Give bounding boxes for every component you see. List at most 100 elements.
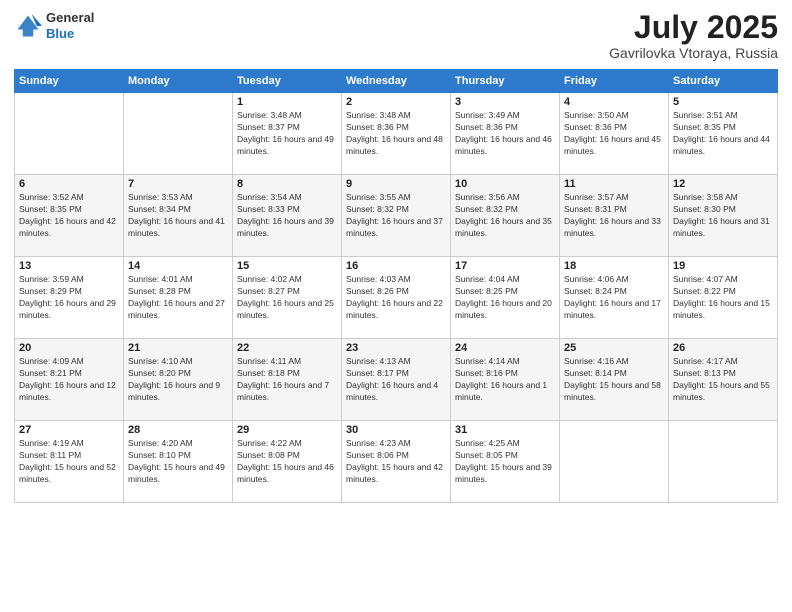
- calendar-cell: 8 Sunrise: 3:54 AMSunset: 8:33 PMDaylight…: [233, 175, 342, 257]
- calendar-cell: 7 Sunrise: 3:53 AMSunset: 8:34 PMDaylight…: [124, 175, 233, 257]
- cell-details: Sunrise: 4:02 AMSunset: 8:27 PMDaylight:…: [237, 274, 337, 322]
- day-number: 24: [455, 342, 555, 354]
- cell-details: Sunrise: 4:20 AMSunset: 8:10 PMDaylight:…: [128, 438, 228, 486]
- weekday-header: Monday: [124, 70, 233, 93]
- calendar-cell: 9Sunrise: 3:55 AMSunset: 8:32 PMDaylight…: [342, 175, 451, 257]
- calendar-cell: 30 Sunrise: 4:23 AMSunset: 8:06 PMDayligh…: [342, 421, 451, 503]
- day-number: 12: [673, 178, 773, 190]
- cell-details: Sunrise: 3:59 AMSunset: 8:29 PMDaylight:…: [19, 274, 119, 322]
- location-title: Gavrilovka Vtoraya, Russia: [609, 45, 778, 61]
- calendar-cell: 20 Sunrise: 4:09 AMSunset: 8:21 PMDayligh…: [15, 339, 124, 421]
- day-number: 26: [673, 342, 773, 354]
- cell-details: Sunrise: 3:54 AMSunset: 8:33 PMDaylight:…: [237, 192, 337, 240]
- calendar-table: SundayMondayTuesdayWednesdayThursdayFrid…: [14, 69, 778, 503]
- cell-details: Sunrise: 4:22 AMSunset: 8:08 PMDaylight:…: [237, 438, 337, 486]
- cell-details: Sunrise: 3:58 AMSunset: 8:30 PMDaylight:…: [673, 192, 773, 240]
- cell-details: Sunrise: 4:10 AMSunset: 8:20 PMDaylight:…: [128, 356, 228, 404]
- cell-details: Sunrise: 4:19 AMSunset: 8:11 PMDaylight:…: [19, 438, 119, 486]
- calendar-cell: 14 Sunrise: 4:01 AMSunset: 8:28 PMDayligh…: [124, 257, 233, 339]
- calendar-cell: [669, 421, 778, 503]
- cell-details: Sunrise: 3:56 AMSunset: 8:32 PMDaylight:…: [455, 192, 555, 240]
- weekday-header: Thursday: [451, 70, 560, 93]
- cell-details: Sunrise: 4:07 AMSunset: 8:22 PMDaylight:…: [673, 274, 773, 322]
- calendar-week: 1 Sunrise: 3:48 AMSunset: 8:37 PMDaylight…: [15, 93, 778, 175]
- day-number: 9: [346, 178, 446, 190]
- calendar-cell: 15 Sunrise: 4:02 AMSunset: 8:27 PMDayligh…: [233, 257, 342, 339]
- calendar-cell: 10 Sunrise: 3:56 AMSunset: 8:32 PMDayligh…: [451, 175, 560, 257]
- calendar-cell: [560, 421, 669, 503]
- cell-details: Sunrise: 4:25 AMSunset: 8:05 PMDaylight:…: [455, 438, 555, 486]
- page: General Blue July 2025 Gavrilovka Vtoray…: [0, 0, 792, 612]
- day-number: 14: [128, 260, 228, 272]
- day-number: 25: [564, 342, 664, 354]
- day-number: 6: [19, 178, 119, 190]
- cell-details: Sunrise: 4:14 AMSunset: 8:16 PMDaylight:…: [455, 356, 555, 404]
- calendar-cell: 19Sunrise: 4:07 AMSunset: 8:22 PMDayligh…: [669, 257, 778, 339]
- cell-details: Sunrise: 4:01 AMSunset: 8:28 PMDaylight:…: [128, 274, 228, 322]
- calendar-cell: 1 Sunrise: 3:48 AMSunset: 8:37 PMDaylight…: [233, 93, 342, 175]
- day-number: 28: [128, 424, 228, 436]
- day-number: 17: [455, 260, 555, 272]
- day-number: 27: [19, 424, 119, 436]
- calendar-cell: 2Sunrise: 3:48 AMSunset: 8:36 PMDaylight…: [342, 93, 451, 175]
- month-title: July 2025: [609, 10, 778, 45]
- calendar-cell: 24 Sunrise: 4:14 AMSunset: 8:16 PMDayligh…: [451, 339, 560, 421]
- day-number: 29: [237, 424, 337, 436]
- cell-details: Sunrise: 3:53 AMSunset: 8:34 PMDaylight:…: [128, 192, 228, 240]
- day-number: 31: [455, 424, 555, 436]
- calendar-cell: [15, 93, 124, 175]
- day-number: 1: [237, 96, 337, 108]
- cell-details: Sunrise: 4:17 AMSunset: 8:13 PMDaylight:…: [673, 356, 773, 404]
- calendar-cell: 4 Sunrise: 3:50 AMSunset: 8:36 PMDaylight…: [560, 93, 669, 175]
- day-number: 15: [237, 260, 337, 272]
- day-number: 20: [19, 342, 119, 354]
- cell-details: Sunrise: 4:16 AMSunset: 8:14 PMDaylight:…: [564, 356, 664, 404]
- day-number: 10: [455, 178, 555, 190]
- calendar-cell: 31 Sunrise: 4:25 AMSunset: 8:05 PMDayligh…: [451, 421, 560, 503]
- title-block: July 2025 Gavrilovka Vtoraya, Russia: [609, 10, 778, 61]
- calendar-week: 20 Sunrise: 4:09 AMSunset: 8:21 PMDayligh…: [15, 339, 778, 421]
- day-number: 30: [346, 424, 446, 436]
- cell-details: Sunrise: 3:50 AMSunset: 8:36 PMDaylight:…: [564, 110, 664, 158]
- calendar-cell: 12 Sunrise: 3:58 AMSunset: 8:30 PMDayligh…: [669, 175, 778, 257]
- weekday-header: Tuesday: [233, 70, 342, 93]
- cell-details: Sunrise: 4:04 AMSunset: 8:25 PMDaylight:…: [455, 274, 555, 322]
- cell-details: Sunrise: 3:48 AMSunset: 8:37 PMDaylight:…: [237, 110, 337, 158]
- cell-details: Sunrise: 4:23 AMSunset: 8:06 PMDaylight:…: [346, 438, 446, 486]
- calendar-cell: 28 Sunrise: 4:20 AMSunset: 8:10 PMDayligh…: [124, 421, 233, 503]
- cell-details: Sunrise: 4:09 AMSunset: 8:21 PMDaylight:…: [19, 356, 119, 404]
- calendar-cell: 3Sunrise: 3:49 AMSunset: 8:36 PMDaylight…: [451, 93, 560, 175]
- cell-details: Sunrise: 4:06 AMSunset: 8:24 PMDaylight:…: [564, 274, 664, 322]
- cell-details: Sunrise: 3:51 AMSunset: 8:35 PMDaylight:…: [673, 110, 773, 158]
- calendar-cell: 26 Sunrise: 4:17 AMSunset: 8:13 PMDayligh…: [669, 339, 778, 421]
- day-number: 23: [346, 342, 446, 354]
- calendar-cell: 13 Sunrise: 3:59 AMSunset: 8:29 PMDayligh…: [15, 257, 124, 339]
- logo-general: General: [46, 10, 94, 25]
- logo-text: General Blue: [46, 10, 94, 41]
- header-row: SundayMondayTuesdayWednesdayThursdayFrid…: [15, 70, 778, 93]
- calendar-cell: 18Sunrise: 4:06 AMSunset: 8:24 PMDayligh…: [560, 257, 669, 339]
- day-number: 4: [564, 96, 664, 108]
- weekday-header: Sunday: [15, 70, 124, 93]
- day-number: 11: [564, 178, 664, 190]
- calendar-cell: 6 Sunrise: 3:52 AMSunset: 8:35 PMDaylight…: [15, 175, 124, 257]
- day-number: 21: [128, 342, 228, 354]
- cell-details: Sunrise: 4:13 AMSunset: 8:17 PMDaylight:…: [346, 356, 446, 404]
- calendar-cell: 21 Sunrise: 4:10 AMSunset: 8:20 PMDayligh…: [124, 339, 233, 421]
- calendar-cell: 22Sunrise: 4:11 AMSunset: 8:18 PMDayligh…: [233, 339, 342, 421]
- logo: General Blue: [14, 10, 94, 41]
- calendar-cell: 16Sunrise: 4:03 AMSunset: 8:26 PMDayligh…: [342, 257, 451, 339]
- day-number: 22: [237, 342, 337, 354]
- calendar-cell: 5Sunrise: 3:51 AMSunset: 8:35 PMDaylight…: [669, 93, 778, 175]
- day-number: 8: [237, 178, 337, 190]
- day-number: 13: [19, 260, 119, 272]
- weekday-header: Wednesday: [342, 70, 451, 93]
- weekday-header: Saturday: [669, 70, 778, 93]
- calendar-cell: 29 Sunrise: 4:22 AMSunset: 8:08 PMDayligh…: [233, 421, 342, 503]
- weekday-header: Friday: [560, 70, 669, 93]
- cell-details: Sunrise: 3:52 AMSunset: 8:35 PMDaylight:…: [19, 192, 119, 240]
- header: General Blue July 2025 Gavrilovka Vtoray…: [14, 10, 778, 61]
- calendar-cell: [124, 93, 233, 175]
- day-number: 7: [128, 178, 228, 190]
- day-number: 3: [455, 96, 555, 108]
